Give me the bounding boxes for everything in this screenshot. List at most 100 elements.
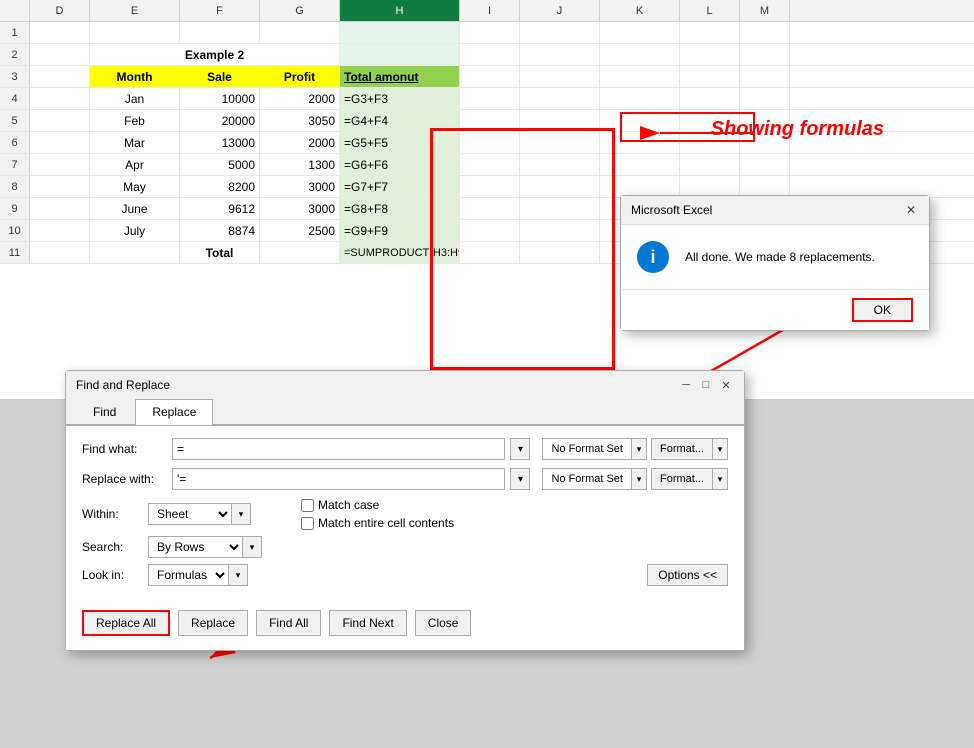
match-case-checkbox[interactable] xyxy=(301,499,314,512)
cell-e3[interactable]: Month xyxy=(90,66,180,87)
cell-h2[interactable] xyxy=(340,44,460,65)
cell-k1[interactable] xyxy=(600,22,680,43)
within-select[interactable]: Sheet Workbook xyxy=(148,503,232,525)
within-dropdown[interactable]: ▾ xyxy=(231,503,251,525)
cell-d6[interactable] xyxy=(30,132,90,153)
cell-j6[interactable] xyxy=(520,132,600,153)
cell-l8[interactable] xyxy=(680,176,740,197)
cell-d10[interactable] xyxy=(30,220,90,241)
cell-f9[interactable]: 9612 xyxy=(180,198,260,219)
cell-m1[interactable] xyxy=(740,22,790,43)
cell-j11[interactable] xyxy=(520,242,600,263)
col-header-m[interactable]: M xyxy=(740,0,790,21)
find-format-dropdown2[interactable]: ▾ xyxy=(712,438,728,460)
cell-h3[interactable]: Total amonut xyxy=(340,66,460,87)
cell-k4[interactable] xyxy=(600,88,680,109)
cell-d9[interactable] xyxy=(30,198,90,219)
cell-m3[interactable] xyxy=(740,66,790,87)
cell-e8[interactable]: May xyxy=(90,176,180,197)
cell-e2[interactable]: Example 2 xyxy=(90,44,340,65)
cell-i5[interactable] xyxy=(460,110,520,131)
cell-l4[interactable] xyxy=(680,88,740,109)
cell-d5[interactable] xyxy=(30,110,90,131)
match-entire-checkbox[interactable] xyxy=(301,517,314,530)
cell-i3[interactable] xyxy=(460,66,520,87)
cell-f4[interactable]: 10000 xyxy=(180,88,260,109)
cell-i6[interactable] xyxy=(460,132,520,153)
cell-l7[interactable] xyxy=(680,154,740,175)
replace-format-dropdown2[interactable]: ▾ xyxy=(712,468,728,490)
cell-h7[interactable]: =G6+F6 xyxy=(340,154,460,175)
cell-m8[interactable] xyxy=(740,176,790,197)
cell-k2[interactable] xyxy=(600,44,680,65)
cell-j7[interactable] xyxy=(520,154,600,175)
tab-find[interactable]: Find xyxy=(76,399,133,424)
cell-d2[interactable] xyxy=(30,44,90,65)
cell-i2[interactable] xyxy=(460,44,520,65)
cell-f10[interactable]: 8874 xyxy=(180,220,260,241)
cell-g5[interactable]: 3050 xyxy=(260,110,340,131)
cell-j5[interactable] xyxy=(520,110,600,131)
cell-h9[interactable]: =G8+F8 xyxy=(340,198,460,219)
dialog-maximize-button[interactable]: □ xyxy=(698,377,714,393)
cell-g10[interactable]: 2500 xyxy=(260,220,340,241)
options-button[interactable]: Options << xyxy=(647,564,728,586)
cell-l2[interactable] xyxy=(680,44,740,65)
cell-i9[interactable] xyxy=(460,198,520,219)
cell-g3[interactable]: Profit xyxy=(260,66,340,87)
tab-replace[interactable]: Replace xyxy=(135,399,213,425)
cell-f1[interactable] xyxy=(180,22,260,43)
cell-k7[interactable] xyxy=(600,154,680,175)
cell-d8[interactable] xyxy=(30,176,90,197)
cell-g6[interactable]: 2000 xyxy=(260,132,340,153)
cell-g4[interactable]: 2000 xyxy=(260,88,340,109)
cell-g7[interactable]: 1300 xyxy=(260,154,340,175)
cell-h5[interactable]: =G4+F4 xyxy=(340,110,460,131)
replace-all-button[interactable]: Replace All xyxy=(82,610,170,636)
close-button[interactable]: Close xyxy=(415,610,472,636)
search-select[interactable]: By Rows By Columns xyxy=(148,536,243,558)
col-header-d[interactable]: D xyxy=(30,0,90,21)
dialog-close-button[interactable]: ✕ xyxy=(718,377,734,393)
replace-format-button[interactable]: Format... xyxy=(651,468,713,490)
cell-i4[interactable] xyxy=(460,88,520,109)
cell-g1[interactable] xyxy=(260,22,340,43)
cell-i7[interactable] xyxy=(460,154,520,175)
find-format-button[interactable]: Format... xyxy=(651,438,713,460)
alert-close-button[interactable]: ✕ xyxy=(903,202,919,218)
cell-h6[interactable]: =G5+F5 xyxy=(340,132,460,153)
cell-j2[interactable] xyxy=(520,44,600,65)
cell-i1[interactable] xyxy=(460,22,520,43)
col-header-g[interactable]: G xyxy=(260,0,340,21)
find-what-dropdown[interactable]: ▾ xyxy=(510,438,530,460)
cell-h11[interactable]: =SUMPRODUCT(H3:H9) xyxy=(340,242,460,263)
cell-j8[interactable] xyxy=(520,176,600,197)
find-what-input[interactable] xyxy=(172,438,505,460)
cell-k3[interactable] xyxy=(600,66,680,87)
cell-i10[interactable] xyxy=(460,220,520,241)
cell-e10[interactable]: July xyxy=(90,220,180,241)
cell-m2[interactable] xyxy=(740,44,790,65)
cell-h8[interactable]: =G7+F7 xyxy=(340,176,460,197)
find-all-button[interactable]: Find All xyxy=(256,610,321,636)
cell-f8[interactable]: 8200 xyxy=(180,176,260,197)
cell-e11[interactable] xyxy=(90,242,180,263)
col-header-j[interactable]: J xyxy=(520,0,600,21)
cell-j3[interactable] xyxy=(520,66,600,87)
replace-with-dropdown[interactable]: ▾ xyxy=(510,468,530,490)
cell-e4[interactable]: Jan xyxy=(90,88,180,109)
replace-format-dropdown[interactable]: ▾ xyxy=(631,468,647,490)
alert-ok-button[interactable]: OK xyxy=(852,298,913,322)
cell-h10[interactable]: =G9+F9 xyxy=(340,220,460,241)
col-header-e[interactable]: E xyxy=(90,0,180,21)
cell-f3[interactable]: Sale xyxy=(180,66,260,87)
col-header-h[interactable]: H xyxy=(340,0,460,21)
cell-e7[interactable]: Apr xyxy=(90,154,180,175)
cell-e1[interactable] xyxy=(90,22,180,43)
cell-f6[interactable]: 13000 xyxy=(180,132,260,153)
cell-e5[interactable]: Feb xyxy=(90,110,180,131)
cell-l3[interactable] xyxy=(680,66,740,87)
cell-j9[interactable] xyxy=(520,198,600,219)
cell-m7[interactable] xyxy=(740,154,790,175)
look-in-select[interactable]: Formulas Values Notes xyxy=(148,564,229,586)
